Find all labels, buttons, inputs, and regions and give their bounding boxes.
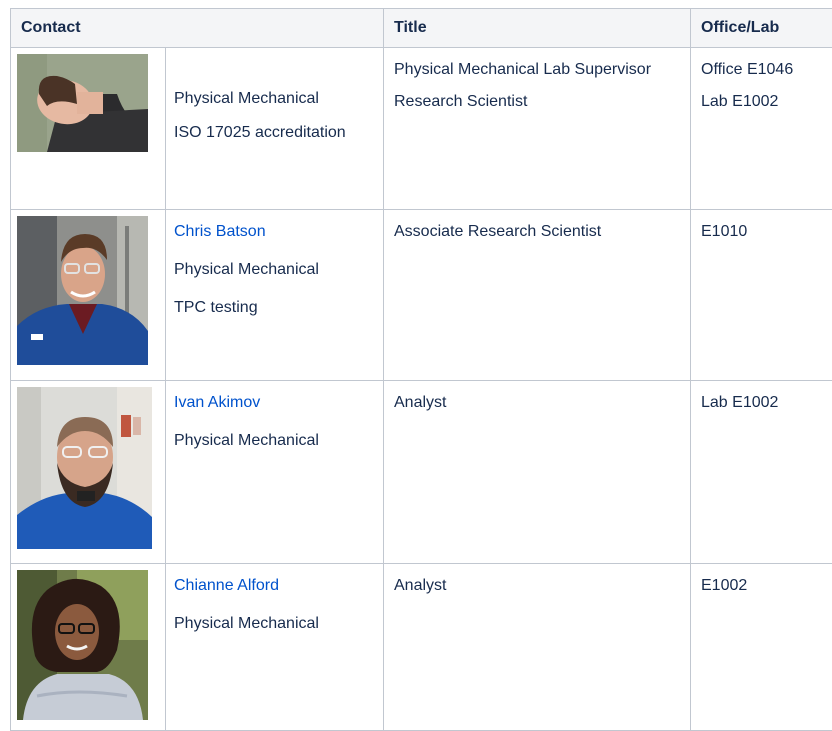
title-cell: Physical Mechanical Lab Supervisor Resea… bbox=[384, 48, 691, 210]
office-text: Lab E1002 bbox=[701, 92, 832, 112]
table-row: Chianne Alford Physical Mechanical Analy… bbox=[11, 564, 832, 731]
header-contact: Contact bbox=[11, 9, 384, 48]
office-text: Office E1046 bbox=[701, 60, 832, 80]
office-cell: Office E1046 Lab E1002 bbox=[691, 48, 832, 210]
contact-name-line: Chris Batson bbox=[174, 222, 375, 242]
title-text: Analyst bbox=[394, 393, 682, 413]
table-row: Physical Mechanical ISO 17025 accreditat… bbox=[11, 48, 832, 210]
specialty-text: TPC testing bbox=[174, 298, 375, 318]
person-photo bbox=[17, 570, 148, 720]
title-text: Associate Research Scientist bbox=[394, 222, 682, 242]
table-header-row: Contact Title Office/Lab bbox=[11, 9, 832, 48]
title-cell: Associate Research Scientist bbox=[384, 210, 691, 381]
title-cell: Analyst bbox=[384, 564, 691, 731]
office-text: E1002 bbox=[701, 576, 832, 596]
contacts-table: Contact Title Office/Lab bbox=[10, 8, 832, 731]
contact-info-cell: Ivan Akimov Physical Mechanical bbox=[166, 381, 384, 564]
photo-cell bbox=[11, 564, 166, 731]
specialty-text: ISO 17025 accreditation bbox=[174, 123, 375, 143]
photo-cell bbox=[11, 381, 166, 564]
department-text: Physical Mechanical bbox=[174, 89, 375, 109]
office-cell: E1002 bbox=[691, 564, 832, 731]
title-text: Physical Mechanical Lab Supervisor bbox=[394, 60, 682, 80]
department-text: Physical Mechanical bbox=[174, 431, 375, 451]
contact-name-line: Chianne Alford bbox=[174, 576, 375, 596]
title-text: Analyst bbox=[394, 576, 682, 596]
photo-cell bbox=[11, 210, 166, 381]
contact-name-link[interactable]: Chianne Alford bbox=[174, 577, 279, 594]
office-text: Lab E1002 bbox=[701, 393, 832, 413]
title-cell: Analyst bbox=[384, 381, 691, 564]
contact-info-cell: Chris Batson Physical Mechanical TPC tes… bbox=[166, 210, 384, 381]
office-cell: E1010 bbox=[691, 210, 832, 381]
contacts-table-wrapper: Contact Title Office/Lab bbox=[10, 8, 832, 708]
contact-info-cell: Chianne Alford Physical Mechanical bbox=[166, 564, 384, 731]
department-text: Physical Mechanical bbox=[174, 614, 375, 634]
department-text: Physical Mechanical bbox=[174, 260, 375, 280]
person-photo bbox=[17, 54, 148, 152]
header-office: Office/Lab bbox=[691, 9, 832, 48]
contact-info-cell: Physical Mechanical ISO 17025 accreditat… bbox=[166, 48, 384, 210]
contact-name-line: Ivan Akimov bbox=[174, 393, 375, 413]
office-text: E1010 bbox=[701, 222, 832, 242]
table-row: Chris Batson Physical Mechanical TPC tes… bbox=[11, 210, 832, 381]
office-cell: Lab E1002 bbox=[691, 381, 832, 564]
person-photo bbox=[17, 216, 148, 365]
contact-name-link[interactable]: Chris Batson bbox=[174, 223, 266, 240]
contact-name-link[interactable]: Ivan Akimov bbox=[174, 394, 260, 411]
person-photo bbox=[17, 387, 152, 549]
photo-cell bbox=[11, 48, 166, 210]
header-title: Title bbox=[384, 9, 691, 48]
table-row: Ivan Akimov Physical Mechanical Analyst … bbox=[11, 381, 832, 564]
title-text: Research Scientist bbox=[394, 92, 682, 112]
